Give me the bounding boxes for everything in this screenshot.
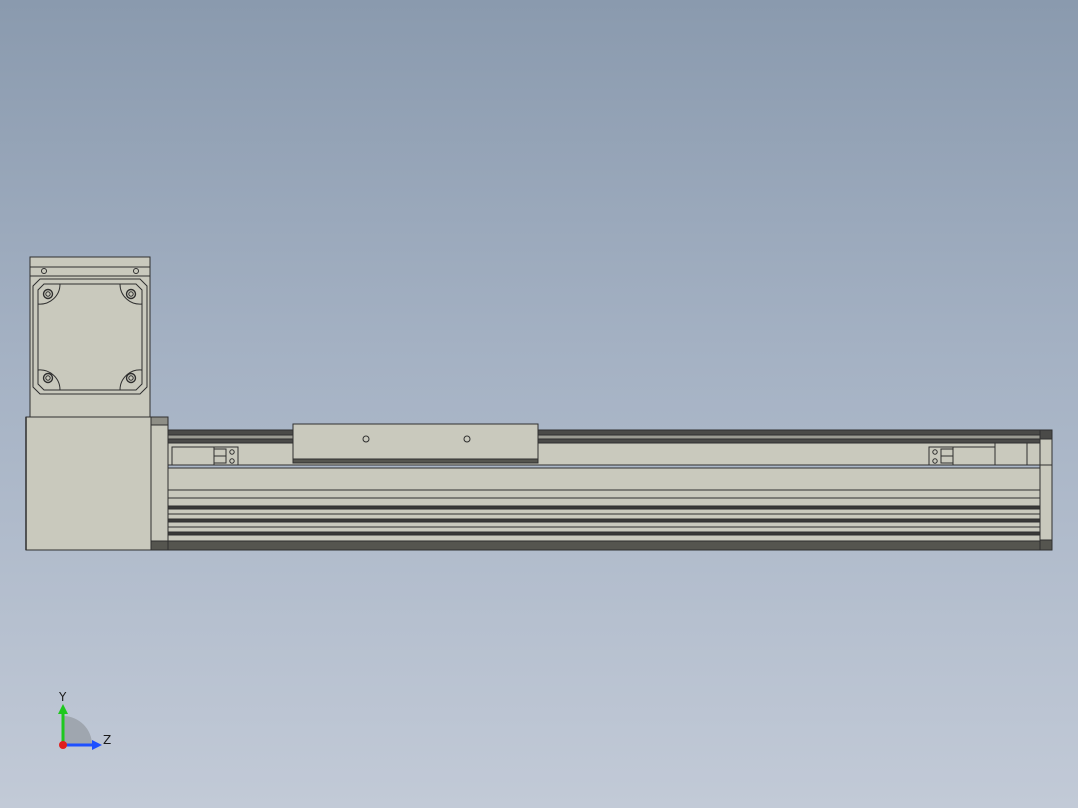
z-axis-arrowhead [92,740,102,750]
orientation-triad: Y Z [58,690,111,750]
left-limit-sensor[interactable] [171,446,239,466]
graphics-viewport[interactable]: Y Z [0,0,1078,808]
motor-flange[interactable] [25,416,169,551]
x-axis-dot [59,741,67,749]
y-axis-arrowhead [58,704,68,714]
y-axis-label: Y [58,690,67,704]
carriage[interactable] [292,423,539,464]
triad-quadrant-shape [63,716,92,745]
model-view[interactable]: Y Z [0,0,1078,808]
z-axis-label: Z [103,733,111,747]
end-cap[interactable] [1039,429,1053,551]
motor[interactable] [29,256,151,418]
